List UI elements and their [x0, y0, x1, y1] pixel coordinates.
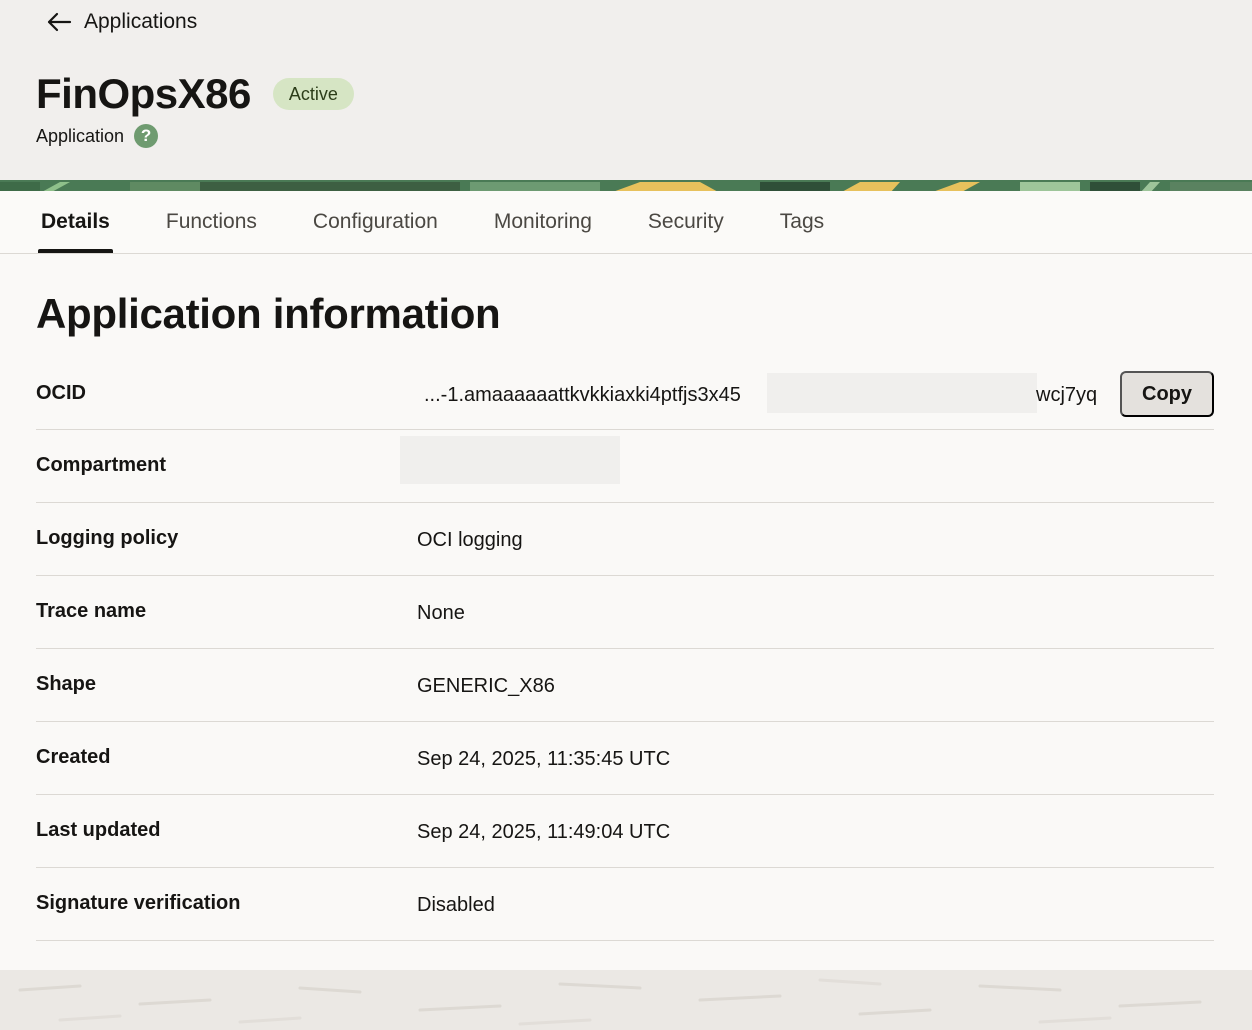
tab-functions[interactable]: Functions	[163, 191, 260, 253]
ocid-value-suffix: wcj7yq	[1036, 384, 1098, 406]
created-value: Sep 24, 2025, 11:35:45 UTC	[417, 748, 671, 770]
info-row-logging-policy: Logging policy OCI logging	[36, 503, 1214, 576]
redacted-region	[767, 373, 1037, 413]
subtitle-row: Application ?	[36, 124, 159, 148]
details-panel: Application information OCID ...-1.amaaa…	[0, 254, 1252, 970]
copy-ocid-button[interactable]: Copy	[1120, 371, 1214, 417]
info-row-signature-verification: Signature verification Disabled	[36, 868, 1214, 941]
tab-configuration[interactable]: Configuration	[310, 191, 441, 253]
page: Applications FinOpsX86 Active Applicatio…	[0, 0, 1252, 1030]
signature-verification-label: Signature verification	[36, 892, 241, 914]
info-row-ocid: OCID ...-1.amaaaaaattkvkkiaxki4ptfjs3x45…	[36, 358, 1214, 430]
title-row: FinOpsX86 Active	[36, 70, 354, 118]
created-label: Created	[36, 746, 111, 768]
compartment-link[interactable]	[400, 436, 620, 484]
info-row-shape: Shape GENERIC_X86	[36, 649, 1214, 722]
info-row-compartment: Compartment	[36, 430, 1214, 503]
trace-name-label: Trace name	[36, 600, 147, 622]
tab-tags[interactable]: Tags	[777, 191, 827, 253]
last-updated-value: Sep 24, 2025, 11:49:04 UTC	[417, 821, 671, 843]
section-title: Application information	[36, 290, 501, 337]
status-badge: Active	[272, 78, 354, 110]
trace-name-value: None	[417, 602, 465, 624]
compartment-label: Compartment	[36, 454, 167, 476]
info-row-trace-name: Trace name None	[36, 576, 1214, 649]
ocid-value-prefix: ...-1.amaaaaaattkvkkiaxki4ptfjs3x45	[424, 384, 741, 406]
shape-value: GENERIC_X86	[417, 675, 555, 697]
signature-verification-value: Disabled	[417, 894, 495, 916]
tab-bar: Details Functions Configuration Monitori…	[0, 191, 1252, 254]
decorative-banner	[0, 180, 1252, 191]
info-row-created: Created Sep 24, 2025, 11:35:45 UTC	[36, 722, 1214, 795]
page-header: Applications FinOpsX86 Active Applicatio…	[0, 0, 1252, 180]
tab-monitoring[interactable]: Monitoring	[491, 191, 595, 253]
logging-policy-label: Logging policy	[36, 527, 179, 549]
shape-label: Shape	[36, 673, 97, 695]
help-icon[interactable]: ?	[134, 124, 159, 148]
resource-type-label: Application	[36, 125, 125, 146]
logging-policy-value: OCI logging	[417, 529, 523, 551]
arrow-left-icon	[46, 12, 72, 32]
footer-decoration	[0, 970, 1252, 1030]
info-row-last-updated: Last updated Sep 24, 2025, 11:49:04 UTC	[36, 795, 1214, 868]
tab-security[interactable]: Security	[645, 191, 727, 253]
ocid-label: OCID	[36, 382, 86, 404]
tab-details[interactable]: Details	[38, 191, 113, 253]
back-link-label: Applications	[84, 10, 198, 33]
page-title: FinOpsX86	[36, 70, 251, 117]
info-list: OCID ...-1.amaaaaaattkvkkiaxki4ptfjs3x45…	[36, 358, 1214, 941]
last-updated-label: Last updated	[36, 819, 161, 841]
back-link[interactable]: Applications	[46, 10, 197, 34]
